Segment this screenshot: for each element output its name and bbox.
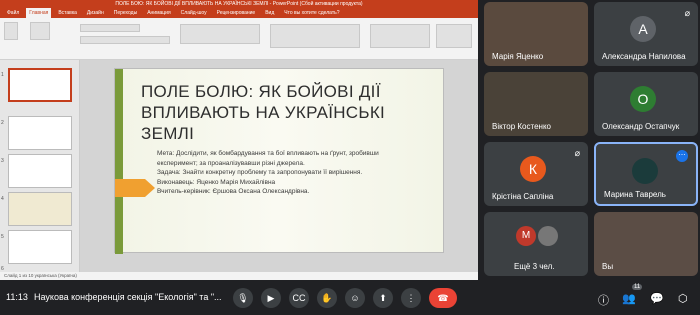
participant-tile-marina[interactable]: ⋯ Марина Таврель	[594, 142, 698, 206]
camera-button[interactable]: ▶	[261, 288, 281, 308]
participant-tile-kristina[interactable]: ⌀ К Крістіна Сапліна	[484, 142, 588, 206]
leave-call-button[interactable]: ☎	[429, 288, 457, 308]
hang-up-icon: ☎	[437, 293, 449, 303]
tab-transitions[interactable]: Переходы	[111, 8, 140, 18]
task-text: Знайти конкретну проблему та запропонува…	[182, 169, 363, 176]
present-icon: ⬆	[379, 293, 387, 303]
meta-label: Мета:	[157, 150, 175, 157]
thumb-number: 1	[1, 72, 4, 78]
teacher-line: Вчитель-керівник: Єршова Оксана Олександ…	[157, 188, 310, 195]
tell-me-search[interactable]: Что вы хотите сделать?	[281, 8, 342, 18]
avatar: M	[516, 226, 536, 246]
reactions-button[interactable]: ☺	[345, 288, 365, 308]
participant-name: Марія Яценко	[492, 52, 544, 61]
new-slide-button[interactable]	[30, 22, 50, 40]
more-options-button[interactable]: ⋮	[401, 288, 421, 308]
participant-name: Віктор Костенко	[492, 122, 551, 131]
shape-format-tools[interactable]	[370, 24, 430, 48]
activities-icon[interactable]: ⬡	[678, 292, 688, 305]
hand-icon: ✋	[321, 293, 333, 303]
tab-review[interactable]: Рецензирование	[214, 8, 259, 18]
present-button[interactable]: ⬆	[373, 288, 393, 308]
tab-slideshow[interactable]: Слайд-шоу	[178, 8, 210, 18]
slide-thumbnail-5[interactable]	[8, 230, 72, 264]
participant-tile-oleksandr[interactable]: О Олександр Остапчук	[594, 72, 698, 136]
slide-body: Мета: Дослідити, як бомбардування та бої…	[157, 149, 397, 197]
ppt-status-bar: Слайд 1 из 10 українська (Україна)	[0, 272, 478, 280]
thumb-number: 3	[1, 158, 4, 164]
avatar: A	[630, 16, 656, 42]
thumb-number: 2	[1, 120, 4, 126]
thumb-number: 5	[1, 234, 4, 240]
font-format-tools[interactable]	[80, 36, 170, 44]
participant-name: Александра Напилова	[602, 52, 686, 61]
participant-tile-maria[interactable]: Марія Яценко	[484, 2, 588, 66]
microphone-icon: 🎙	[237, 293, 249, 303]
meeting-title: Наукова конференція секція "Екологія" та…	[34, 292, 222, 302]
meta-text: Дослідити, як бомбардування та бої вплив…	[157, 150, 379, 167]
meeting-time: 11:13	[6, 292, 28, 302]
arrow-shape	[115, 179, 155, 197]
tab-file[interactable]: Файл	[4, 8, 22, 18]
microphone-button[interactable]: 🎙	[233, 288, 253, 308]
tab-home[interactable]: Главная	[26, 8, 52, 18]
chat-icon[interactable]: 💬	[650, 292, 664, 305]
slide-thumbnail-4[interactable]	[8, 192, 72, 226]
slide-editor: ПОЛЕ БОЛЮ: ЯК БОЙОВІ ДІЇ ВПЛИВАЮТЬ НА УК…	[80, 60, 478, 272]
avatar	[538, 226, 558, 246]
participant-name: Вы	[602, 262, 614, 271]
slide-thumbnail-2[interactable]	[8, 116, 72, 150]
slide-accent-bar	[115, 69, 123, 254]
executor-line: Виконавець: Яценко Марія Михайлівна	[157, 178, 276, 186]
captions-icon: CC	[292, 293, 306, 303]
task-label: Задача:	[157, 169, 181, 176]
participant-name: Ещё 3 чел.	[514, 262, 555, 271]
participant-name: Марина Таврель	[604, 190, 666, 199]
editing-tools[interactable]	[436, 24, 472, 48]
paste-button[interactable]	[4, 22, 18, 40]
ppt-ribbon-tabs: Файл Главная Вставка Дизайн Переходы Ани…	[0, 8, 478, 18]
more-options-icon[interactable]: ⋯	[676, 150, 688, 162]
slide-thumbnails-pane: 1 2 3 4 5 6	[0, 60, 80, 272]
shared-screen: ПОЛЕ БОЮ: ЯК БОЙОВІ ДІЇ ВПЛИВАЮТЬ НА УКР…	[0, 0, 478, 280]
current-slide[interactable]: ПОЛЕ БОЛЮ: ЯК БОЙОВІ ДІЇ ВПЛИВАЮТЬ НА УК…	[114, 68, 444, 254]
avatar: О	[630, 86, 656, 112]
slide-thumbnail-1[interactable]	[8, 68, 72, 102]
camera-icon: ▶	[267, 293, 275, 303]
emoji-icon: ☺	[350, 293, 360, 303]
slide-thumbnail-3[interactable]	[8, 154, 72, 188]
more-vert-icon: ⋮	[406, 293, 416, 303]
people-icon[interactable]: 👥	[622, 292, 636, 305]
paragraph-tools[interactable]	[180, 24, 260, 44]
participant-tile-more[interactable]: M Ещё 3 чел.	[484, 212, 588, 276]
participant-name: Олександр Остапчук	[602, 122, 680, 131]
avatar: К	[520, 156, 546, 182]
participant-count-badge: 11	[632, 284, 643, 290]
thumb-number: 4	[1, 196, 4, 202]
drawing-shapes[interactable]	[270, 24, 360, 48]
tab-insert[interactable]: Вставка	[55, 8, 80, 18]
ppt-ribbon	[0, 18, 478, 60]
raise-hand-button[interactable]: ✋	[317, 288, 337, 308]
mic-off-icon: ⌀	[574, 148, 580, 158]
mic-off-icon: ⌀	[684, 8, 690, 18]
participant-tile-aleksandra[interactable]: ⌀ A Александра Напилова	[594, 2, 698, 66]
captions-button[interactable]: CC	[289, 288, 309, 308]
tab-animation[interactable]: Анимация	[144, 8, 173, 18]
ppt-title-bar: ПОЛЕ БОЮ: ЯК БОЙОВІ ДІЇ ВПЛИВАЮТЬ НА УКР…	[0, 0, 478, 8]
info-icon[interactable]: ⓘ	[598, 292, 609, 308]
tab-view[interactable]: Вид	[262, 8, 277, 18]
tab-design[interactable]: Дизайн	[84, 8, 107, 18]
participant-name: Крістіна Сапліна	[492, 192, 554, 201]
slide-title: ПОЛЕ БОЛЮ: ЯК БОЙОВІ ДІЇ ВПЛИВАЮТЬ НА УК…	[141, 82, 386, 143]
participant-tile-viktor[interactable]: Віктор Костенко	[484, 72, 588, 136]
avatar	[632, 158, 658, 184]
font-name-select[interactable]	[80, 24, 140, 32]
participant-tile-self[interactable]: Вы	[594, 212, 698, 276]
